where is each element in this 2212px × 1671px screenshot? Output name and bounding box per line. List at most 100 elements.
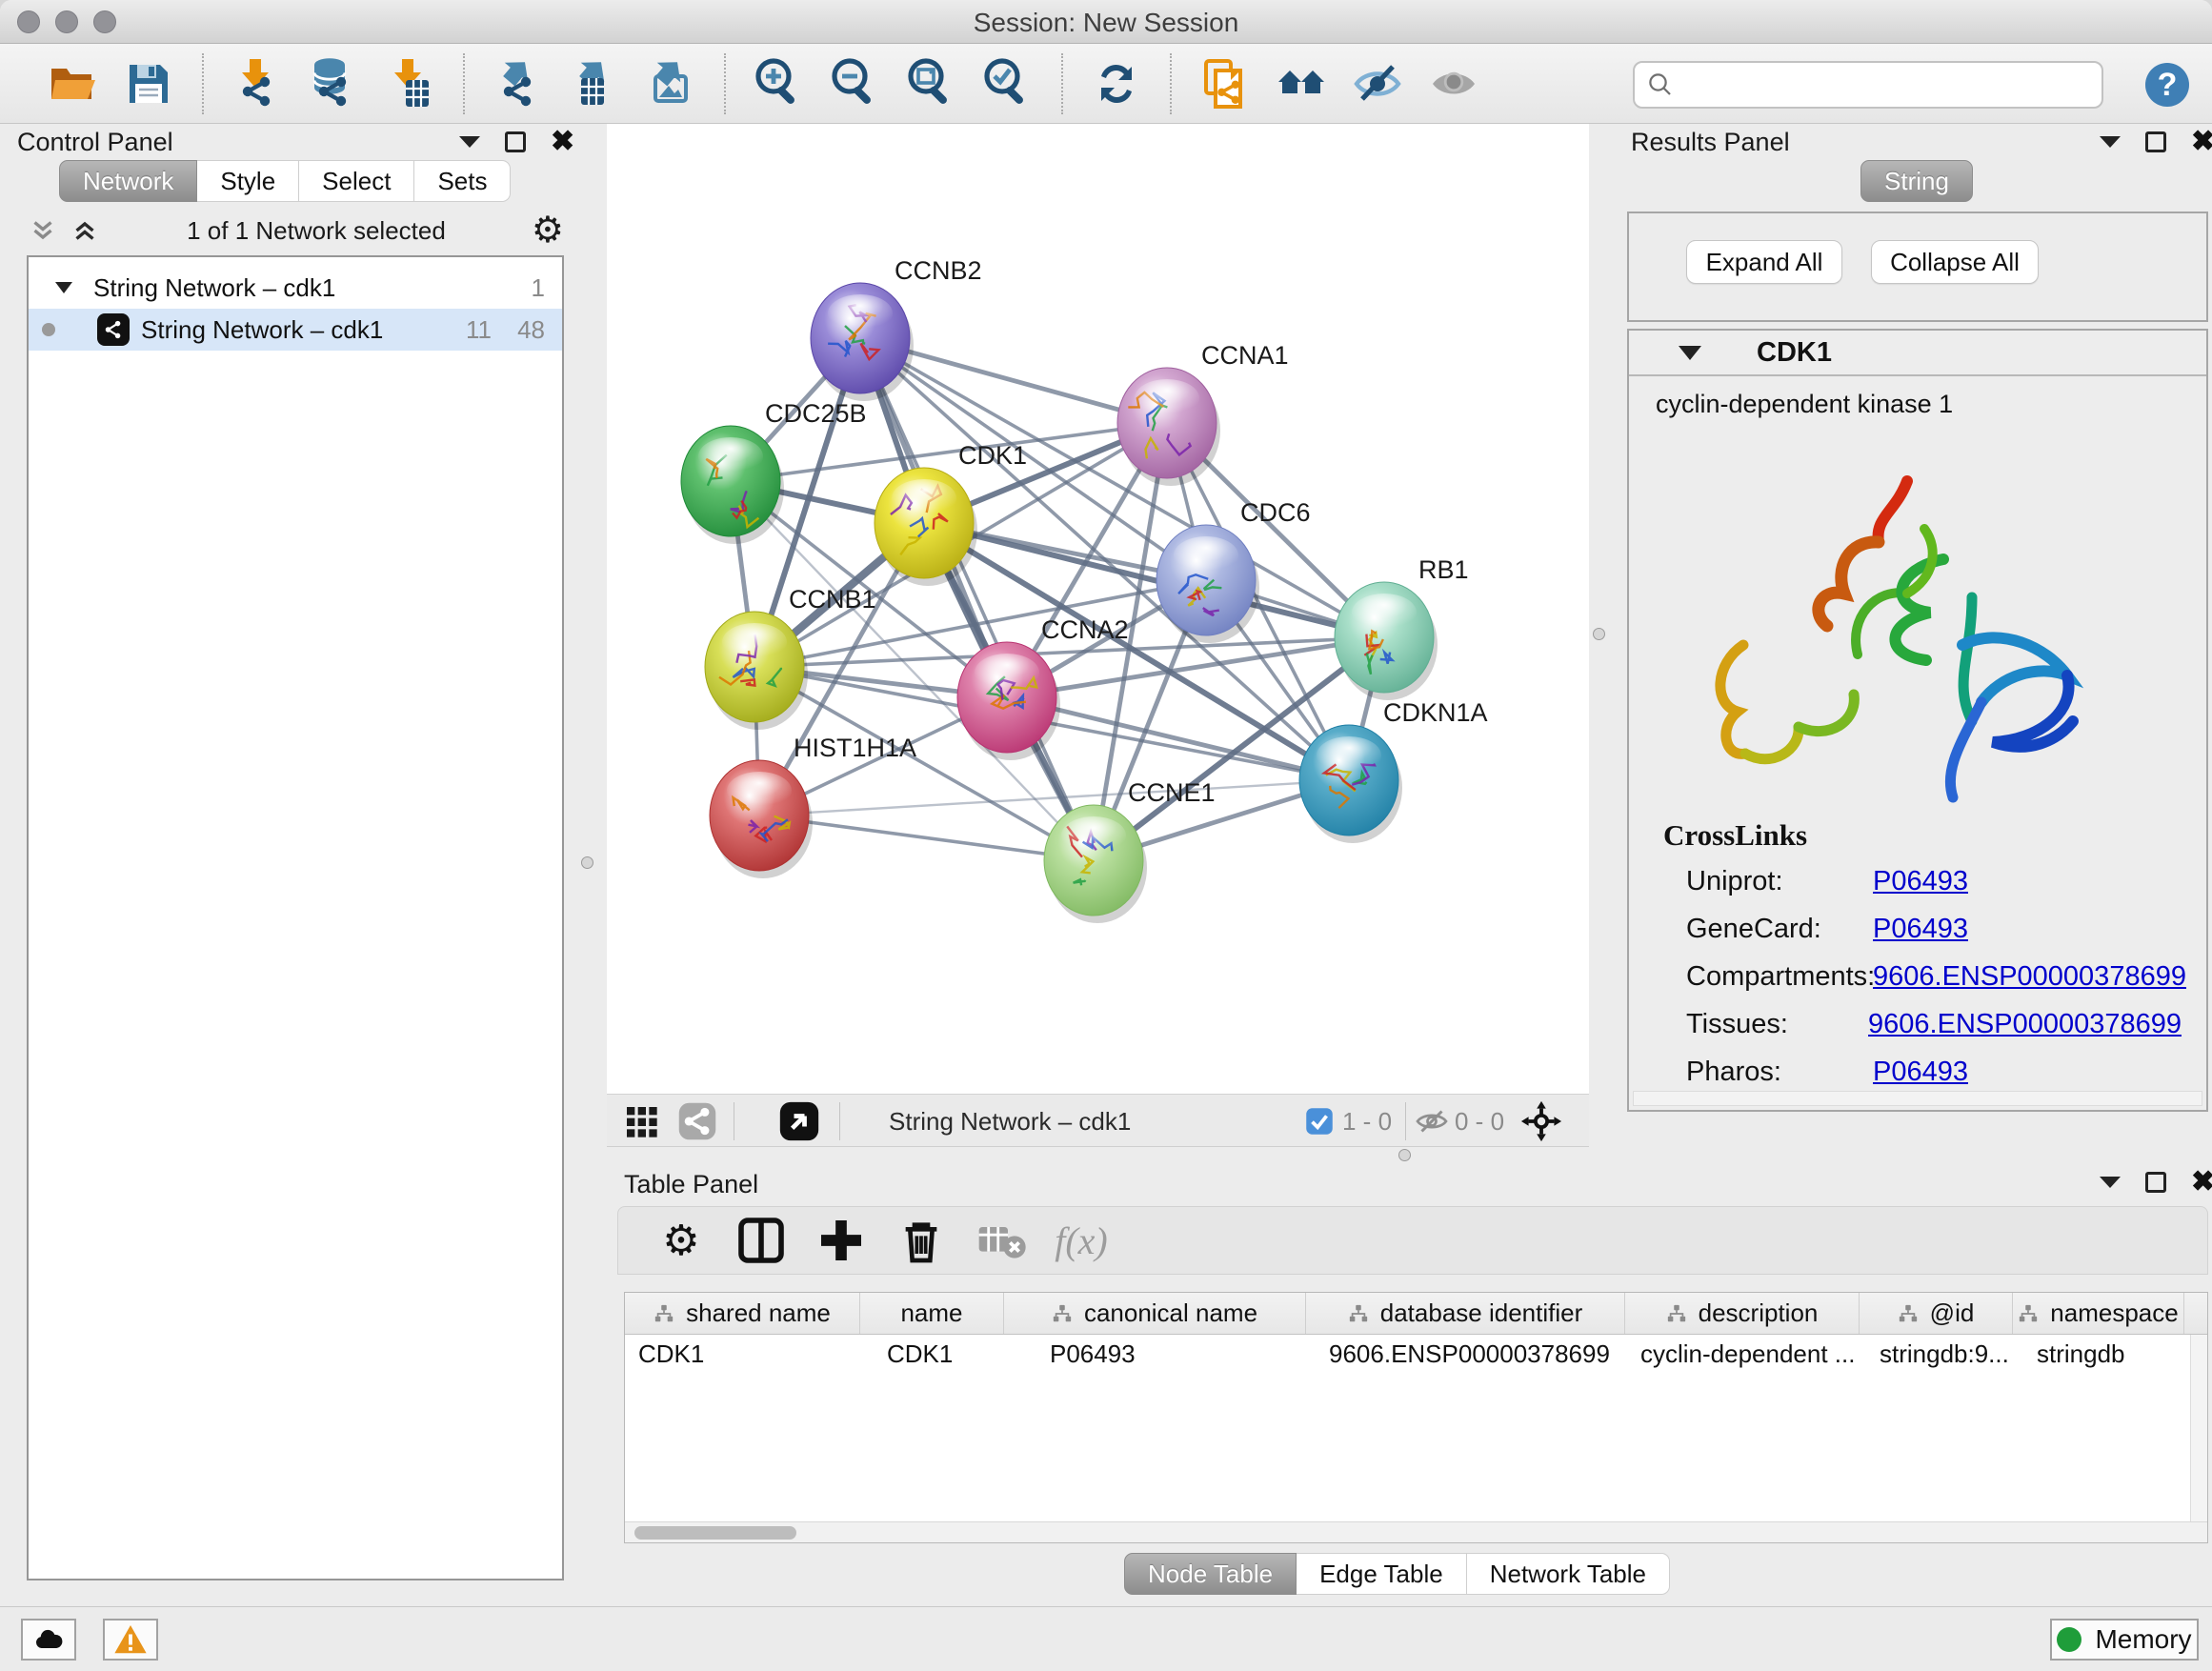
gear-icon[interactable]: ⚙	[532, 212, 564, 249]
grid-view-icon[interactable]	[622, 1095, 660, 1148]
table-cell[interactable]: stringdb	[2013, 1339, 2184, 1369]
search-input[interactable]	[1684, 70, 2090, 101]
birdseye-view-icon[interactable]	[778, 1095, 820, 1148]
crosslink-link[interactable]: 9606.ENSP00000378699	[1873, 961, 2186, 993]
network-collection-row[interactable]: String Network – cdk1 1	[29, 267, 562, 309]
expand-all-icon[interactable]	[69, 214, 101, 247]
import-network-database-icon[interactable]	[303, 53, 364, 114]
tab-style[interactable]: Style	[197, 160, 299, 202]
float-panel-icon[interactable]	[459, 136, 480, 148]
float-panel-icon[interactable]	[2100, 1177, 2121, 1188]
node-table[interactable]: shared namenamecanonical namedatabase id…	[624, 1292, 2208, 1543]
maximize-panel-icon[interactable]	[505, 131, 526, 152]
zoom-selected-icon[interactable]	[977, 53, 1038, 114]
crosslink-link[interactable]: 9606.ENSP00000378699	[1868, 1009, 2182, 1040]
delete-column-trash-icon[interactable]	[891, 1210, 952, 1271]
network-node-cdkn1a[interactable]: CDKN1A	[1299, 698, 1488, 843]
network-row-selected[interactable]: String Network – cdk1 11 48	[29, 309, 562, 351]
export-image-icon[interactable]	[640, 53, 701, 114]
zoom-out-icon[interactable]	[825, 53, 886, 114]
maximize-panel-icon[interactable]	[2145, 131, 2166, 152]
tab-sets[interactable]: Sets	[414, 160, 511, 202]
search-box[interactable]	[1633, 61, 2103, 109]
column-header-databaseidentifier[interactable]: database identifier	[1306, 1293, 1625, 1334]
table-cell[interactable]: cyclin-dependent ...	[1625, 1339, 1860, 1369]
import-table-icon[interactable]	[379, 53, 440, 114]
import-network-icon[interactable]	[227, 53, 288, 114]
table-hscrollbar[interactable]	[625, 1521, 2207, 1542]
split-columns-icon[interactable]	[731, 1210, 792, 1271]
show-all-eye-icon[interactable]	[1423, 53, 1484, 114]
hide-selected-eye-icon[interactable]	[1347, 53, 1408, 114]
help-button[interactable]: ?	[2145, 63, 2189, 107]
table-cell[interactable]: stringdb:9...	[1860, 1339, 2013, 1369]
export-table-icon[interactable]	[564, 53, 625, 114]
save-session-icon[interactable]	[118, 53, 179, 114]
maximize-panel-icon[interactable]	[2145, 1172, 2166, 1193]
tab-string[interactable]: String	[1860, 160, 1973, 202]
table-vscrollbar[interactable]	[2190, 1335, 2207, 1521]
memory-button[interactable]: Memory	[2050, 1619, 2199, 1661]
close-panel-icon[interactable]: ✖	[551, 131, 574, 152]
close-panel-icon[interactable]: ✖	[2191, 1172, 2212, 1193]
network-edge[interactable]	[860, 338, 1094, 860]
tab-node-table[interactable]: Node Table	[1124, 1553, 1297, 1595]
splitter-handle[interactable]	[581, 856, 593, 869]
table-row[interactable]: CDK1CDK1P064939606.ENSP00000378699cyclin…	[625, 1335, 2207, 1373]
tab-network[interactable]: Network	[59, 160, 197, 202]
table-cell[interactable]: P06493	[1004, 1339, 1306, 1369]
copy-network-icon[interactable]	[1195, 53, 1256, 114]
results-hscrollbar[interactable]	[1633, 1091, 2202, 1106]
crosslink-link[interactable]: P06493	[1873, 866, 1968, 897]
tab-edge-table[interactable]: Edge Table	[1297, 1553, 1467, 1595]
home-network-icon[interactable]	[1271, 53, 1332, 114]
table-settings-gear-icon[interactable]: ⚙	[651, 1210, 712, 1271]
add-column-plus-icon[interactable]	[811, 1210, 872, 1271]
crosslink-link[interactable]: P06493	[1873, 1057, 1968, 1088]
network-canvas[interactable]: CCNB2 CCNA1 CDC25B CDK1 CDC6	[607, 124, 1589, 1094]
network-node-ccna1[interactable]: CCNA1	[1117, 341, 1289, 486]
share-view-icon[interactable]	[677, 1095, 717, 1148]
column-header-description[interactable]: description	[1625, 1293, 1860, 1334]
cloud-button[interactable]	[21, 1619, 76, 1661]
results-entry-header[interactable]: CDK1	[1629, 331, 2206, 376]
refresh-layout-icon[interactable]	[1086, 53, 1147, 114]
column-header-sharedname[interactable]: shared name	[625, 1293, 860, 1334]
collection-count: 1	[532, 273, 545, 303]
close-panel-icon[interactable]: ✖	[2191, 131, 2212, 152]
column-header-id[interactable]: @id	[1860, 1293, 2013, 1334]
network-node-hist1h1a[interactable]: HIST1H1A	[710, 734, 916, 878]
column-header-name[interactable]: name	[860, 1293, 1004, 1334]
tab-select[interactable]: Select	[299, 160, 414, 202]
table-cell[interactable]: 9606.ENSP00000378699	[1306, 1339, 1625, 1369]
collection-expander-icon[interactable]	[55, 282, 72, 293]
splitter-handle[interactable]	[1398, 1149, 1411, 1161]
results-entry-box: CDK1 cyclin-dependent kinase 1 CrossLink…	[1627, 329, 2208, 1112]
column-header-namespace[interactable]: namespace	[2013, 1293, 2184, 1334]
tab-network-table[interactable]: Network Table	[1467, 1553, 1670, 1595]
hscrollbar-thumb[interactable]	[634, 1526, 796, 1540]
float-panel-icon[interactable]	[2100, 136, 2121, 148]
warning-button[interactable]	[103, 1619, 158, 1661]
splitter-handle[interactable]	[1593, 628, 1605, 640]
fit-selected-crosshair-icon[interactable]	[1519, 1095, 1563, 1148]
expand-all-button[interactable]: Expand All	[1686, 240, 1842, 284]
network-node-cdc25b[interactable]: CDC25B	[681, 399, 867, 544]
entry-expander-icon[interactable]	[1679, 346, 1701, 360]
column-header-canonicalname[interactable]: canonical name	[1004, 1293, 1306, 1334]
network-node-cdk1[interactable]: CDK1	[875, 441, 1027, 586]
network-node-ccne1[interactable]: CCNE1	[1044, 778, 1216, 923]
results-panel-tab: String	[1860, 160, 1973, 202]
collapse-all-button[interactable]: Collapse All	[1871, 240, 2039, 284]
collapse-all-icon[interactable]	[27, 214, 59, 247]
selected-checkbox-icon[interactable]	[1305, 1095, 1334, 1148]
network-node-ccnb2[interactable]: CCNB2	[811, 256, 982, 401]
zoom-fit-icon[interactable]	[901, 53, 962, 114]
network-node-rb1[interactable]: RB1	[1335, 555, 1469, 700]
table-cell[interactable]: CDK1	[860, 1339, 1004, 1369]
zoom-in-icon[interactable]	[749, 53, 810, 114]
export-network-icon[interactable]	[488, 53, 549, 114]
open-session-icon[interactable]	[42, 53, 103, 114]
table-cell[interactable]: CDK1	[625, 1339, 860, 1369]
crosslink-link[interactable]: P06493	[1873, 914, 1968, 945]
